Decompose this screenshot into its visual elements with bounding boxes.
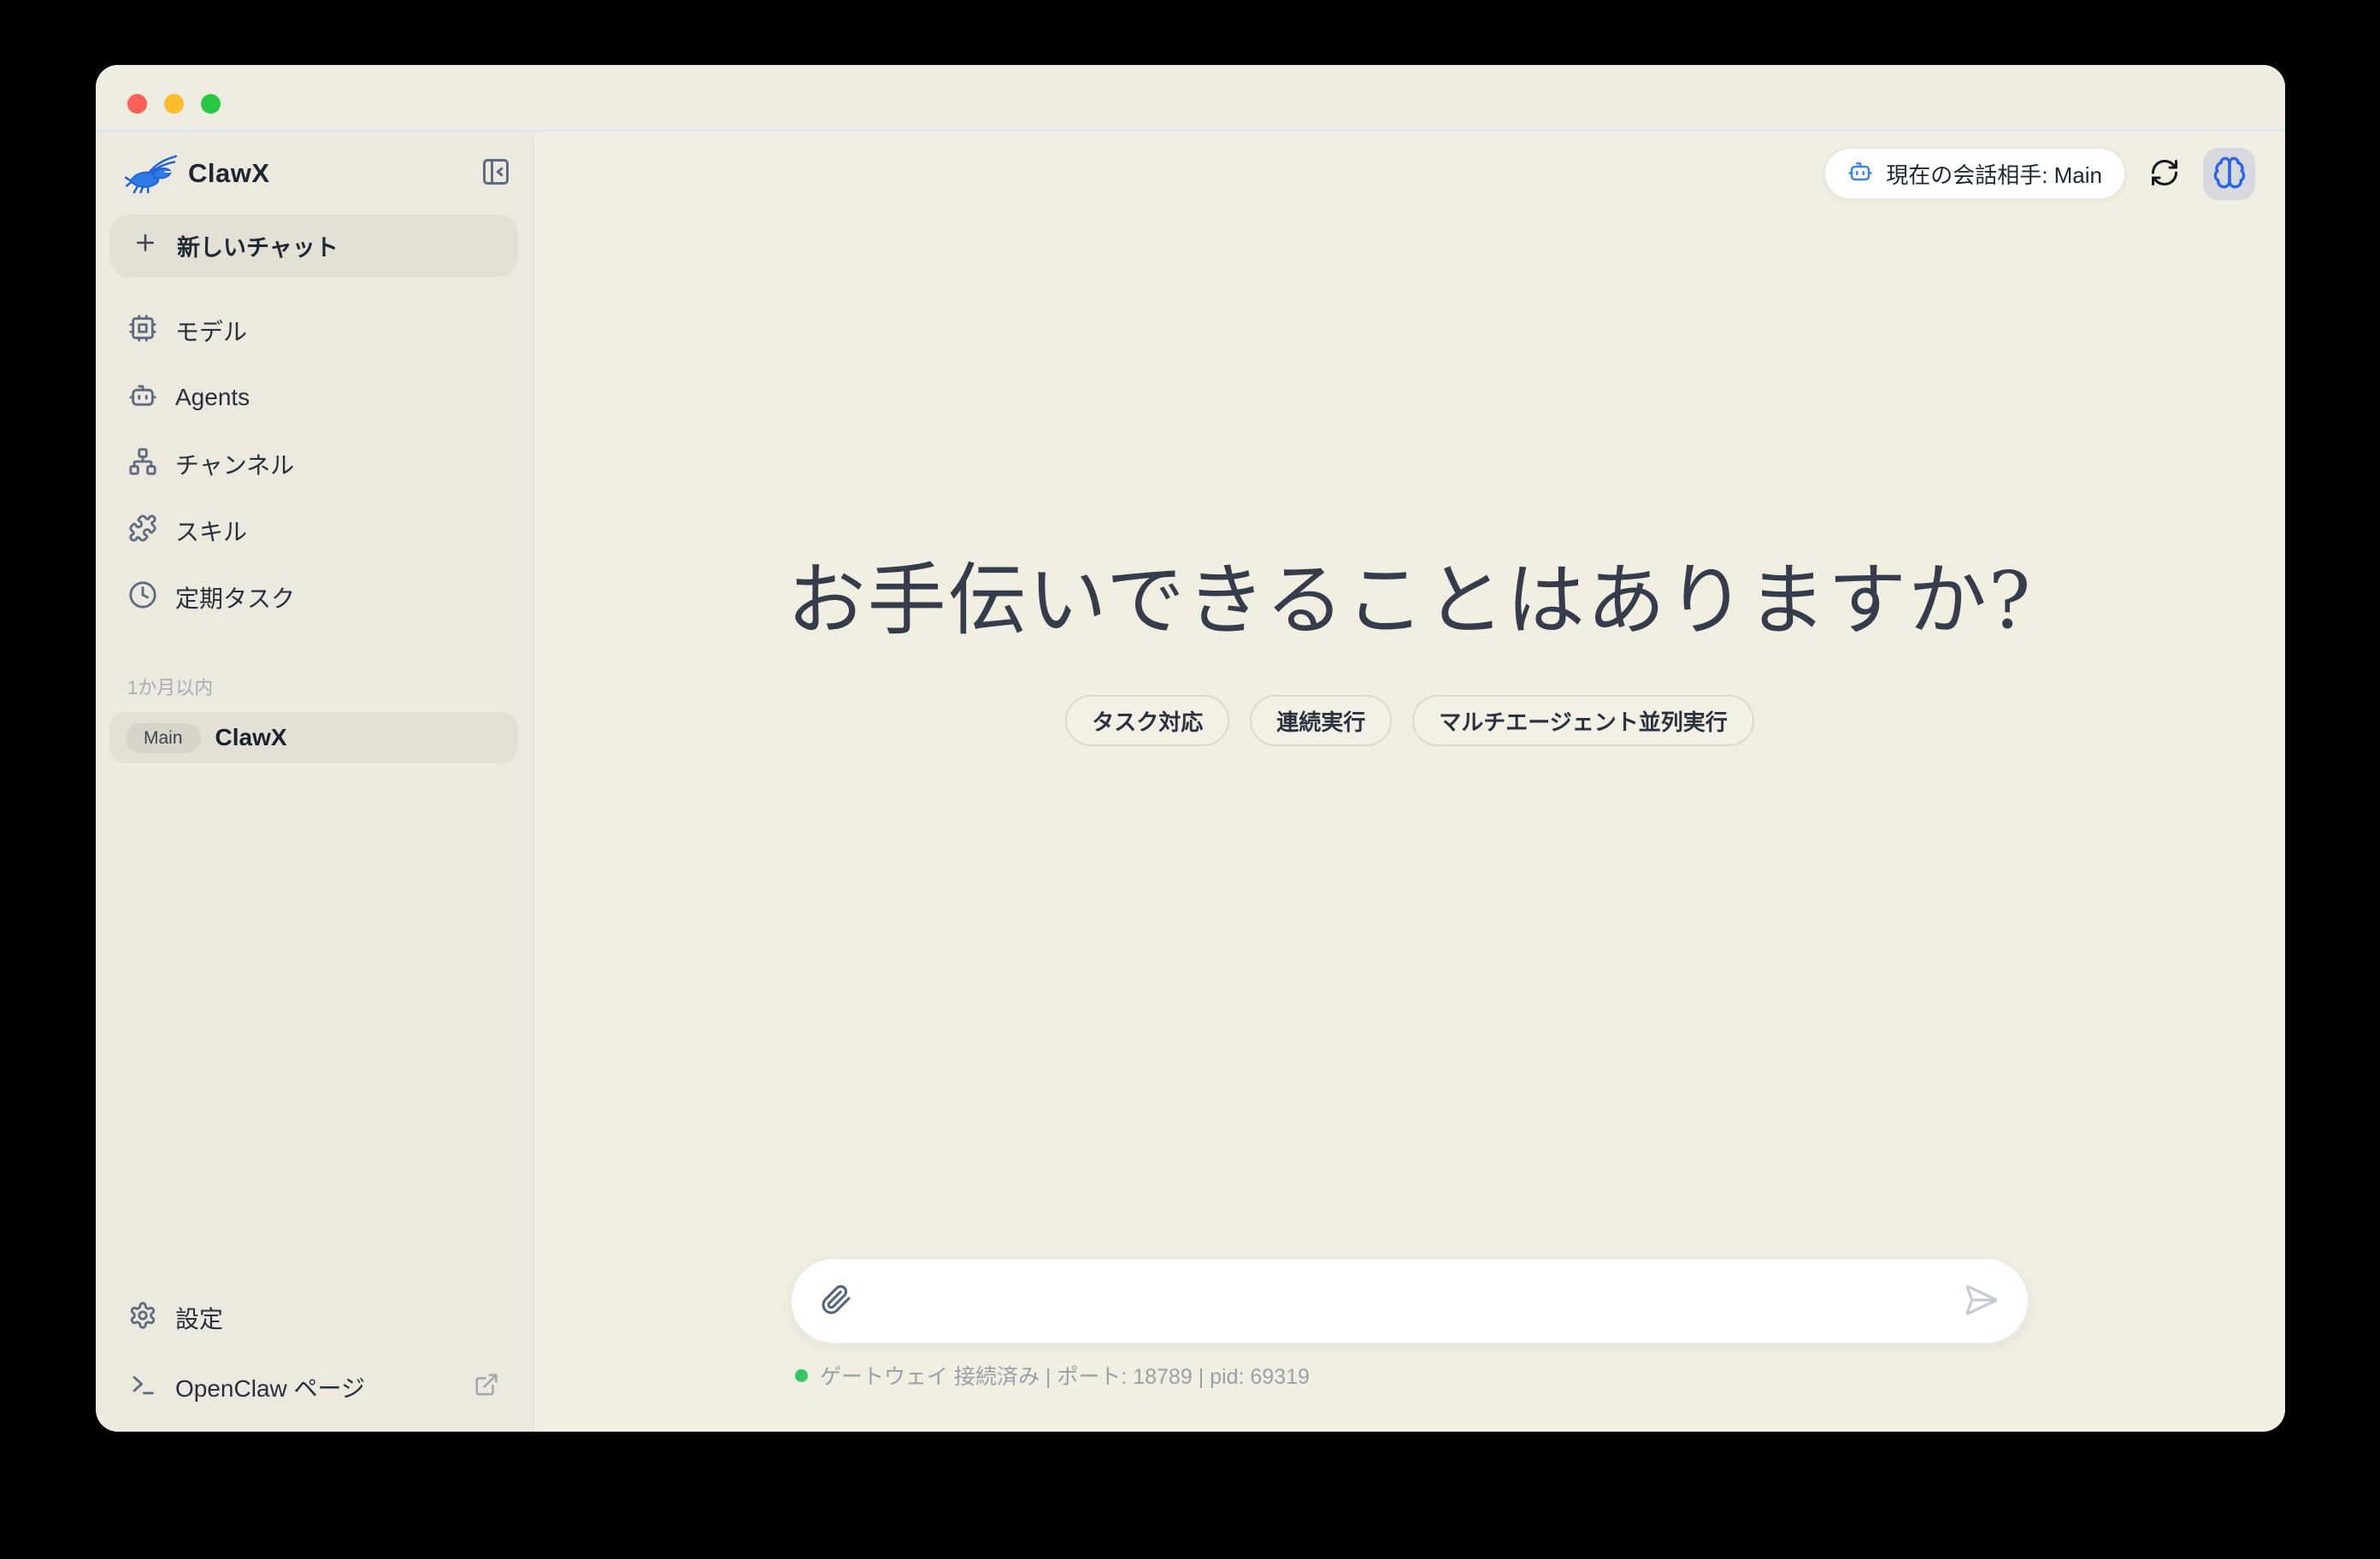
chat-item-title: ClawX: [215, 724, 287, 751]
send-button[interactable]: [1963, 1282, 1999, 1321]
new-chat-button[interactable]: 新しいチャット: [109, 215, 518, 277]
greeting-heading: お手伝いできることはありますか?: [534, 557, 2285, 644]
terminal-icon: [128, 1370, 157, 1405]
sidebar-item-label: Agents: [175, 384, 250, 411]
clawx-lobster-logo-icon: [125, 153, 178, 194]
sidebar-footer: 設定 OpenClaw ページ: [109, 1287, 518, 1418]
brain-icon: [2212, 156, 2247, 192]
app-window: ClawX 新しいチャット: [96, 65, 2285, 1432]
sidebar-item-models[interactable]: モデル: [109, 300, 518, 362]
composer: [790, 1257, 2029, 1344]
sidebar-item-label: OpenClaw ページ: [175, 1370, 365, 1404]
main-agent-badge: Main: [126, 723, 201, 753]
titlebar: [96, 65, 2285, 132]
sidebar-item-openclaw-page[interactable]: OpenClaw ページ: [109, 1356, 518, 1418]
panel-left-collapse-icon: [480, 156, 511, 190]
cpu-icon: [128, 314, 157, 349]
network-icon: [128, 447, 157, 482]
attach-button[interactable]: [821, 1284, 852, 1318]
sidebar-item-label: 定期タスク: [175, 580, 295, 615]
chip-multi-agent-parallel[interactable]: マルチエージェント並列実行: [1412, 695, 1753, 746]
sidebar-item-channels[interactable]: チャンネル: [109, 433, 518, 495]
sidebar-nav: モデル Agents: [109, 300, 518, 628]
current-partner-button[interactable]: 現在の会話相手: Main: [1823, 147, 2126, 200]
external-link-icon: [474, 1372, 499, 1403]
new-chat-label: 新しいチャット: [177, 229, 339, 262]
paperclip-icon: [821, 1284, 852, 1318]
hero-section: お手伝いできることはありますか? タスク対応 連続実行 マルチエージェント並列実…: [534, 557, 2285, 746]
minimize-window-button[interactable]: [164, 94, 184, 114]
bot-icon: [128, 380, 157, 415]
refresh-icon: [2149, 157, 2180, 191]
header-controls: 現在の会話相手: Main: [1823, 147, 2255, 200]
chip-task-support[interactable]: タスク対応: [1065, 695, 1229, 746]
sidebar-spacer: [109, 763, 518, 1287]
sidebar-item-settings[interactable]: 設定: [109, 1287, 518, 1349]
traffic-lights: [127, 94, 221, 114]
status-text: ゲートウェイ 接続済み | ポート: 18789 | pid: 69319: [820, 1360, 1310, 1391]
sidebar-header: ClawX: [109, 132, 518, 215]
sidebar-item-label: モデル: [175, 314, 247, 348]
sidebar-item-agents[interactable]: Agents: [109, 367, 518, 428]
sidebar-item-label: 設定: [175, 1301, 223, 1335]
chip-continuous-run[interactable]: 連続実行: [1250, 695, 1392, 746]
plus-icon: [133, 230, 158, 262]
sidebar-item-skills[interactable]: スキル: [109, 500, 518, 562]
sidebar-item-scheduled-tasks[interactable]: 定期タスク: [109, 567, 518, 628]
current-partner-label: 現在の会話相手: Main: [1886, 158, 2102, 190]
message-input[interactable]: [852, 1259, 1963, 1343]
send-icon: [1963, 1282, 1999, 1321]
sidebar-item-label: チャンネル: [175, 447, 294, 481]
sidebar-item-label: スキル: [175, 514, 247, 548]
sidebar: ClawX 新しいチャット: [96, 132, 534, 1432]
desktop-background: ClawX 新しいチャット: [0, 0, 2380, 1559]
gear-icon: [128, 1301, 157, 1336]
bot-icon: [1847, 158, 1873, 190]
status-dot-icon: [795, 1369, 808, 1382]
close-window-button[interactable]: [127, 94, 147, 114]
refresh-button[interactable]: [2145, 154, 2184, 193]
chat-main: 現在の会話相手: Main: [534, 132, 2285, 1432]
clock-icon: [128, 580, 157, 615]
gateway-status: ゲートウェイ 接続済み | ポート: 18789 | pid: 69319: [790, 1360, 2029, 1391]
app-title: ClawX: [188, 158, 270, 189]
history-section-label: 1か月以内: [109, 673, 518, 700]
suggestion-chips: タスク対応 連続実行 マルチエージェント並列実行: [534, 695, 2285, 746]
brain-button[interactable]: [2203, 148, 2255, 200]
puzzle-icon: [128, 514, 157, 549]
zoom-window-button[interactable]: [201, 94, 221, 114]
chat-history-item-clawx[interactable]: Main ClawX: [109, 712, 518, 763]
collapse-sidebar-button[interactable]: [477, 155, 515, 192]
